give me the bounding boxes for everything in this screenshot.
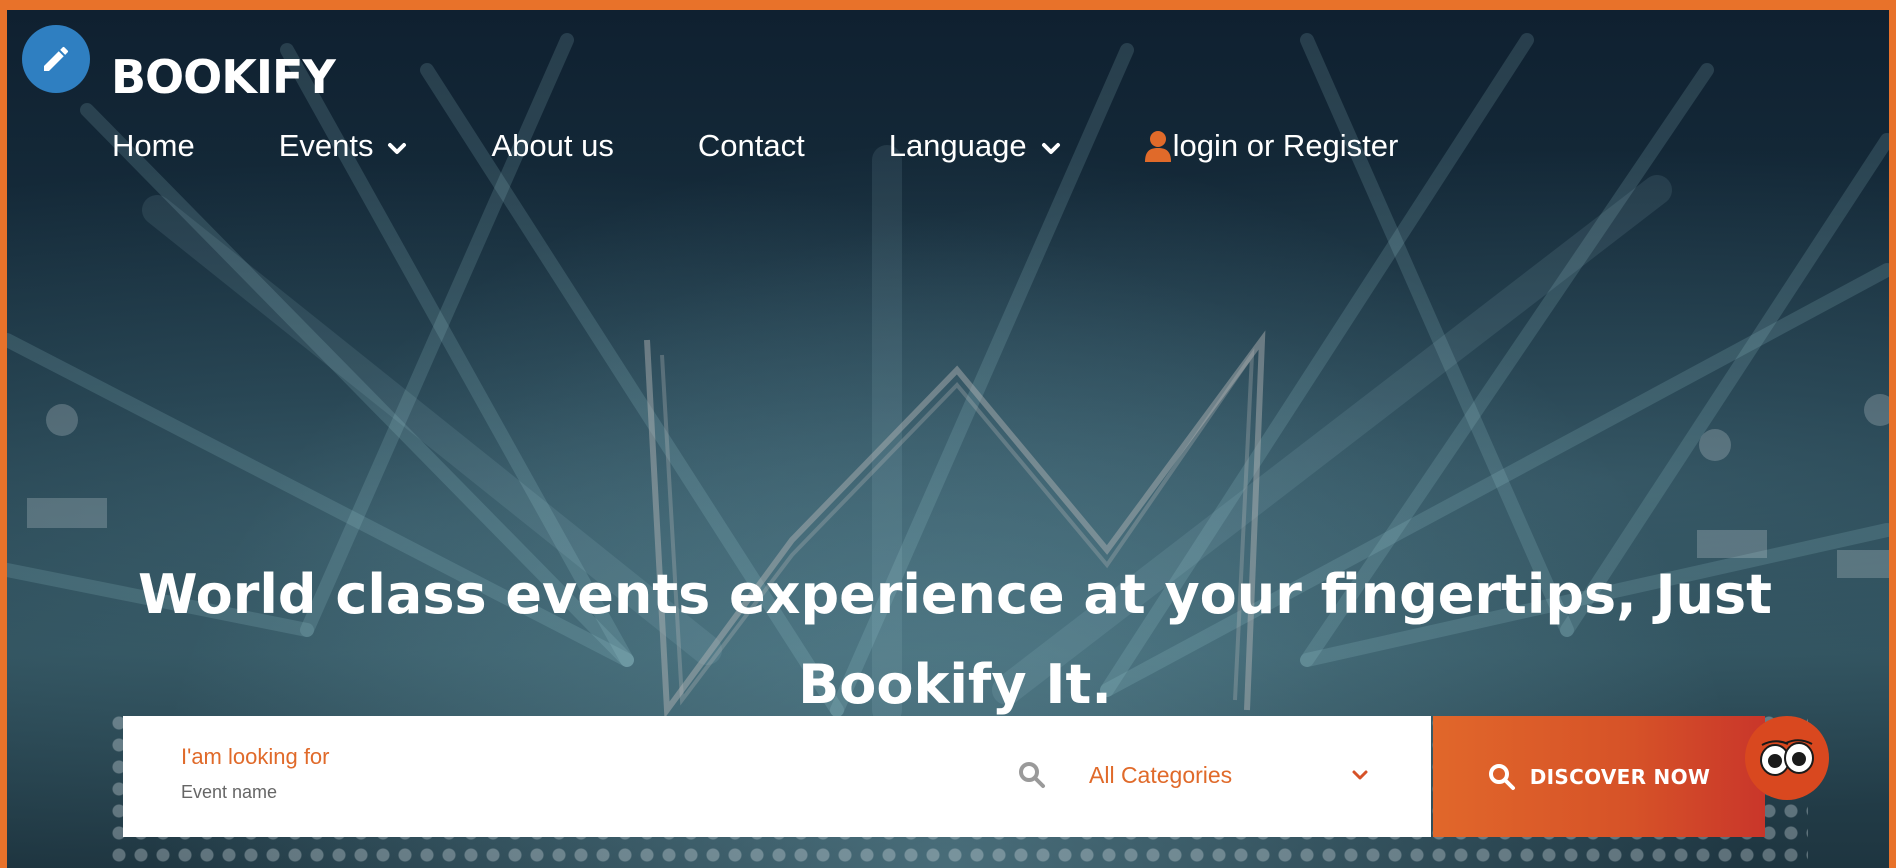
discover-now-label: DISCOVER NOW — [1529, 764, 1711, 789]
event-search-bar: I'am looking for All Categories — [123, 716, 1431, 837]
pencil-icon — [44, 47, 68, 71]
nav-item-contact[interactable]: Contact — [698, 128, 805, 164]
nav-item-about[interactable]: About us — [491, 128, 613, 164]
chevron-down-icon — [1041, 143, 1060, 154]
nav-item-label: Home — [112, 128, 195, 163]
chevron-down-icon — [388, 143, 407, 154]
site-logo[interactable]: BOOKIFY — [111, 50, 336, 104]
user-icon — [1144, 131, 1171, 162]
search-icon — [1019, 762, 1045, 788]
site-header: BOOKIFY Home Events About us Contact Lan… — [7, 10, 1889, 170]
search-icon — [1488, 763, 1515, 790]
search-label: I'am looking for — [181, 744, 330, 769]
nav-item-language[interactable]: Language — [889, 128, 1061, 164]
nav-item-events[interactable]: Events — [279, 128, 408, 164]
category-select[interactable]: All Categories — [1083, 750, 1381, 800]
nav-item-label: Events — [278, 128, 374, 163]
nav-item-login-register[interactable]: login or Register — [1144, 128, 1399, 164]
event-name-input[interactable] — [181, 778, 881, 806]
main-nav: Home Events About us Contact Language lo… — [112, 128, 1398, 164]
hero-title: World class events experience at your fi… — [138, 563, 1772, 716]
nav-item-label: About us — [491, 128, 614, 163]
category-selected-value: All Categories — [1089, 761, 1233, 788]
account-link-label: login or Register — [1172, 128, 1399, 163]
nav-item-label: Contact — [697, 128, 805, 163]
discover-now-button[interactable]: DISCOVER NOW — [1433, 716, 1765, 837]
edit-button[interactable] — [22, 25, 90, 93]
nav-item-home[interactable]: Home — [112, 128, 195, 164]
chat-mascot-button[interactable] — [1745, 716, 1829, 800]
chevron-down-icon — [1352, 770, 1368, 780]
mascot-eyes-icon — [1760, 739, 1814, 776]
nav-item-label: Language — [888, 128, 1027, 163]
